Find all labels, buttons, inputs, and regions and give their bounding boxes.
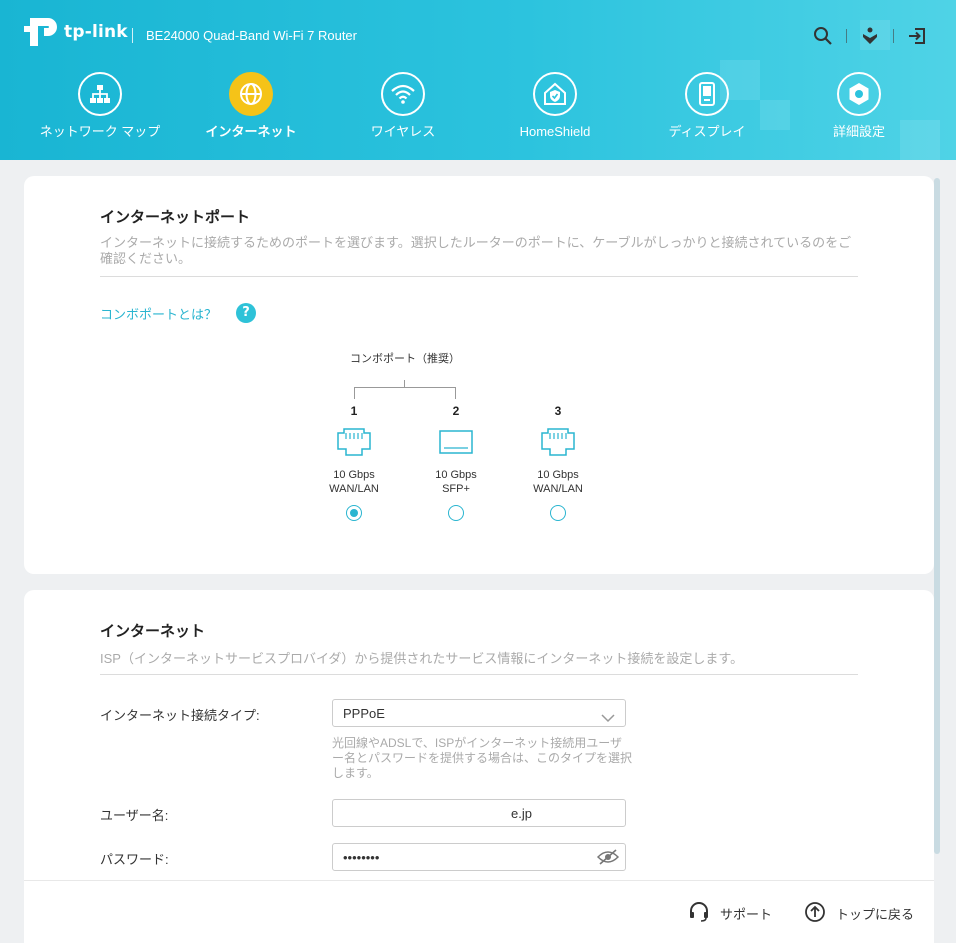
connection-type-label: インターネット接続タイプ: <box>100 708 260 723</box>
eye-slash-icon[interactable] <box>596 849 620 869</box>
connection-type-hint: 光回線やADSLで、ISPがインターネット接続用ユーザー名とパスワードを提供する… <box>332 736 633 780</box>
top-toolbar <box>812 25 928 47</box>
divider <box>100 674 858 675</box>
combo-port-label: コンボポート（推奨） <box>350 353 460 365</box>
logout-icon[interactable] <box>906 25 928 47</box>
port-radio[interactable] <box>448 505 464 521</box>
nav-label: ネットワーク マップ <box>39 124 161 139</box>
combo-port-link[interactable]: コンボポートとは？ <box>100 304 217 323</box>
nav-label: ワイヤレス <box>370 124 436 139</box>
nav-internet[interactable]: インターネット <box>176 68 326 139</box>
port-number: 1 <box>350 404 358 418</box>
password-label: パスワード: <box>100 852 169 867</box>
port-option-1[interactable]: 1 10 Gbps WAN/LAN <box>314 404 394 521</box>
section-description: インターネットに接続するためのポートを選びます。選択したルーターのポートに、ケー… <box>100 235 852 266</box>
support-button[interactable]: サポート <box>688 901 772 926</box>
internet-port-card: インターネットポート インターネットに接続するためのポートを選びます。選択したル… <box>24 176 934 574</box>
footer: サポート トップに戻る <box>24 880 934 943</box>
nav-wireless[interactable]: ワイヤレス <box>328 68 478 139</box>
nav-network-map[interactable]: ネットワーク マップ <box>25 68 175 139</box>
nav-homeshield[interactable]: HomeShield <box>480 68 630 139</box>
homeshield-icon <box>533 72 577 116</box>
nav-advanced[interactable]: 詳細設定 <box>784 68 934 139</box>
connection-type-value: PPPoE <box>343 706 385 721</box>
model-separator <box>132 28 133 43</box>
nav-display[interactable]: ディスプレイ <box>632 68 782 139</box>
help-icon[interactable]: ? <box>236 303 256 323</box>
router-model: BE24000 Quad-Band Wi-Fi 7 Router <box>146 28 357 43</box>
search-icon[interactable] <box>812 25 834 47</box>
ethernet-port-icon <box>518 426 598 458</box>
password-field[interactable]: •••••••• <box>332 843 626 871</box>
port-speed: 10 Gbps <box>333 469 375 481</box>
section-title: インターネットポート <box>100 209 251 226</box>
section-description: ISP（インターネットサービスプロバイダ）から提供されたサービス情報にインターネ… <box>100 651 744 666</box>
support-label: サポート <box>720 907 773 922</box>
username-value: e.jp <box>511 806 532 821</box>
toolbar-divider <box>846 29 847 43</box>
password-value: •••••••• <box>343 850 380 865</box>
sfp-port-icon <box>416 426 496 458</box>
wifi-icon <box>381 72 425 116</box>
account-icon[interactable] <box>859 25 881 47</box>
combo-bracket <box>354 387 456 399</box>
gear-icon <box>837 72 881 116</box>
scrollbar[interactable] <box>934 176 956 943</box>
port-radio[interactable] <box>346 505 362 521</box>
port-type: WAN/LAN <box>329 483 379 495</box>
port-option-3[interactable]: 3 10 Gbps WAN/LAN <box>518 404 598 521</box>
back-to-top-button[interactable]: トップに戻る <box>804 901 914 926</box>
port-type: WAN/LAN <box>533 483 583 495</box>
globe-icon <box>229 72 273 116</box>
nav-label: 詳細設定 <box>832 124 885 139</box>
port-speed: 10 Gbps <box>435 469 477 481</box>
network-map-icon <box>78 72 122 116</box>
username-field[interactable]: e.jp <box>332 799 626 827</box>
connection-type-select[interactable]: PPPoE <box>332 699 626 727</box>
arrow-up-circle-icon <box>804 901 826 926</box>
port-speed: 10 Gbps <box>537 469 579 481</box>
nav-label: HomeShield <box>519 124 591 139</box>
ethernet-port-icon <box>314 426 394 458</box>
port-radio[interactable] <box>550 505 566 521</box>
username-label: ユーザー名: <box>100 808 169 823</box>
headset-icon <box>688 901 710 926</box>
chevron-down-icon <box>601 708 615 727</box>
header: tp-link BE24000 Quad-Band Wi-Fi 7 Router… <box>0 0 956 160</box>
scrollbar-thumb[interactable] <box>934 178 940 854</box>
toolbar-divider <box>893 29 894 43</box>
port-type: SFP+ <box>442 483 470 495</box>
nav-label: インターネット <box>205 124 297 139</box>
tp-link-logo[interactable]: tp-link <box>24 14 128 50</box>
tp-link-logo-icon <box>24 14 60 50</box>
section-title: インターネット <box>100 623 206 640</box>
nav-label: ディスプレイ <box>668 124 746 139</box>
port-option-2[interactable]: 2 10 Gbps SFP+ <box>416 404 496 521</box>
divider <box>100 276 858 277</box>
brand-text: tp-link <box>64 22 128 42</box>
back-to-top-label: トップに戻る <box>836 907 915 922</box>
combo-bracket <box>404 380 405 387</box>
port-number: 3 <box>554 404 562 418</box>
port-number: 2 <box>452 404 460 418</box>
display-icon <box>685 72 729 116</box>
main-nav: ネットワーク マップ インターネット ワイヤレス HomeShield ディスプ… <box>0 68 956 160</box>
